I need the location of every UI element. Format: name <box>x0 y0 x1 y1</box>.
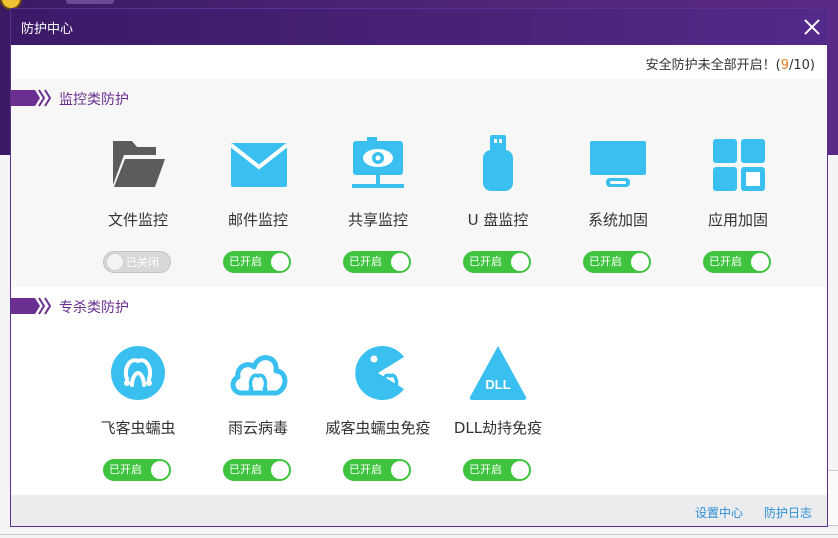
dll-badge-text: DLL <box>485 377 510 392</box>
item-rain-cloud-virus: 雨云病毒 已开启 <box>203 343 313 503</box>
item-conficker-worm: 飞客虫蠕虫 已开启 <box>83 343 193 503</box>
toggle-state: 已开启 <box>229 463 262 476</box>
background-button <box>66 0 114 4</box>
toggle-switch[interactable]: 已开启 <box>223 251 291 273</box>
toggle-switch[interactable]: 已开启 <box>583 251 651 273</box>
item-label: DLL劫持免疫 <box>453 419 543 437</box>
toggle-knob <box>391 253 409 271</box>
monitoring-protection-section: 监控类防护 文件监控 已关闭 邮件监控 已开启 共享监控 已开启 U 盘监控 已… <box>11 79 827 287</box>
toggle-state: 已关闭 <box>126 256 159 269</box>
section-arrow-icon <box>11 297 51 315</box>
pacman-worm-icon <box>355 346 404 400</box>
toggle-state: 已开启 <box>229 255 262 268</box>
title-bar[interactable]: 防护中心 <box>11 9 827 45</box>
toggle-switch[interactable]: 已开启 <box>343 251 411 273</box>
item-label: 系统加固 <box>587 211 648 229</box>
item-file-monitor: 文件监控 已关闭 <box>83 135 193 295</box>
dll-triangle-icon: DLL <box>469 346 527 400</box>
toggle-state: 已开启 <box>349 463 382 476</box>
toggle-switch[interactable]: 已开启 <box>223 459 291 481</box>
background-divider <box>0 534 838 535</box>
item-usb-monitor: U 盘监控 已开启 <box>443 135 553 295</box>
item-label: 文件监控 <box>107 211 168 229</box>
item-app-hardening: 应用加固 已开启 <box>683 135 793 295</box>
dialog-footer: 设置中心 防护日志 <box>11 495 827 526</box>
background-fragment <box>828 470 838 526</box>
toggle-switch[interactable]: 已开启 <box>463 251 531 273</box>
toggle-state: 已开启 <box>709 255 742 268</box>
protection-center-dialog: 防护中心 安全防护未全部开启！(9/10) 监控类防护 文件监控 已关闭 邮件监… <box>10 8 828 527</box>
section-title: 专杀类防护 <box>59 300 129 316</box>
section-arrow-icon <box>11 89 51 107</box>
item-share-monitor: 共享监控 已开启 <box>323 135 433 295</box>
item-mail-monitor: 邮件监控 已开启 <box>203 135 313 295</box>
item-label: 飞客虫蠕虫 <box>100 419 176 437</box>
monitor-icon <box>590 141 646 187</box>
toggle-switch[interactable]: 已开启 <box>463 459 531 481</box>
toggle-state: 已开启 <box>109 463 142 476</box>
worm-circle-icon <box>111 346 165 400</box>
toggle-knob <box>511 461 529 479</box>
protection-log-link[interactable]: 防护日志 <box>764 504 812 521</box>
close-button[interactable] <box>801 16 823 38</box>
toggle-state: 已开启 <box>349 255 382 268</box>
status-suffix: ) <box>809 58 815 73</box>
section-title: 监控类防护 <box>59 92 129 108</box>
toggle-knob <box>391 461 409 479</box>
toggle-state: 已开启 <box>589 255 622 268</box>
usb-drive-icon <box>483 135 513 191</box>
item-system-hardening: 系统加固 已开启 <box>563 135 673 295</box>
status-prefix: 安全防护未全部开启！( <box>645 58 781 73</box>
envelope-icon <box>229 143 288 187</box>
toggle-switch[interactable]: 已开启 <box>103 459 171 481</box>
item-label: 共享监控 <box>347 211 408 229</box>
total-count: 10 <box>793 58 810 73</box>
toggle-switch[interactable]: 已开启 <box>343 459 411 481</box>
item-wicked-worm-immunity: 威客虫蠕虫免疫 已开启 <box>323 343 433 503</box>
toggle-knob <box>511 253 529 271</box>
share-eye-icon <box>352 137 404 188</box>
item-label: 邮件监控 <box>227 211 288 229</box>
item-dll-hijack-immunity: DLL DLL劫持免疫 已开启 <box>443 343 553 503</box>
app-grid-icon <box>713 139 765 191</box>
toggle-switch[interactable]: 已开启 <box>703 251 771 273</box>
toggle-knob <box>271 461 289 479</box>
specific-killer-section: 专杀类防护 飞客虫蠕虫 已开启 雨云病毒 已开启 威客虫蠕虫免疫 已开启 DLL… <box>11 287 827 495</box>
item-label: U 盘监控 <box>467 211 529 229</box>
enabled-count: 9 <box>780 58 789 73</box>
item-label: 应用加固 <box>707 211 768 229</box>
settings-center-link[interactable]: 设置中心 <box>695 504 743 521</box>
toggle-knob <box>271 253 289 271</box>
item-label: 威客虫蠕虫免疫 <box>325 419 431 437</box>
folder-icon <box>113 141 165 187</box>
toggle-knob <box>751 253 769 271</box>
toggle-knob <box>106 253 124 271</box>
toggle-switch[interactable]: 已关闭 <box>103 251 171 273</box>
worm-cloud-icon <box>230 355 288 396</box>
protection-status: 安全防护未全部开启！(9/10) <box>11 45 827 79</box>
toggle-state: 已开启 <box>469 463 502 476</box>
item-label: 雨云病毒 <box>227 419 288 437</box>
dialog-title: 防护中心 <box>21 22 74 37</box>
toggle-state: 已开启 <box>469 255 502 268</box>
toggle-knob <box>631 253 649 271</box>
toggle-knob <box>151 461 169 479</box>
